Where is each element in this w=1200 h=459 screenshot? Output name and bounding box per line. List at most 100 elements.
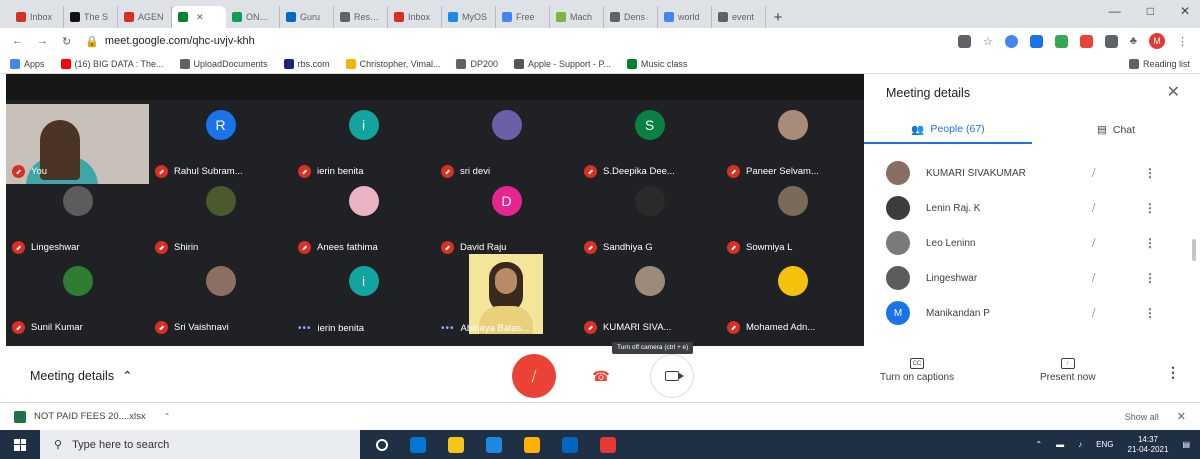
- participant-tile[interactable]: Anees fathima: [292, 180, 435, 260]
- people-list-item[interactable]: KUMARI SIVAKUMAR ⧸ ⋮: [864, 156, 1200, 190]
- more-options-icon[interactable]: ⋮: [1144, 236, 1156, 250]
- participant-tile[interactable]: i ••• ierin benita: [292, 260, 435, 340]
- extension-icon[interactable]: [1079, 34, 1093, 48]
- participant-tile[interactable]: KUMARI SIVA...: [578, 260, 721, 340]
- browser-tab[interactable]: Inbox: [388, 6, 442, 28]
- participant-tile[interactable]: Sri Vaishnavi: [149, 260, 292, 340]
- participant-tile[interactable]: Sunil Kumar: [6, 260, 149, 340]
- people-list-item[interactable]: Lenin Raj. K ⧸ ⋮: [864, 191, 1200, 225]
- browser-tab[interactable]: Resum: [334, 6, 388, 28]
- people-list-item[interactable]: M Manikandan P ⧸ ⋮: [864, 296, 1200, 330]
- browser-tab[interactable]: AGEN: [118, 6, 172, 28]
- mic-muted-icon[interactable]: ⧸: [1092, 168, 1095, 179]
- participant-tile[interactable]: Sandhiya G: [578, 180, 721, 260]
- language-indicator[interactable]: ENG: [1096, 440, 1113, 449]
- bookmark-item[interactable]: UploadDocuments: [179, 58, 268, 69]
- reload-icon[interactable]: ↻: [62, 35, 71, 48]
- bookmark-star-icon[interactable]: ☆: [983, 35, 993, 48]
- more-options-icon[interactable]: ⋮: [1144, 166, 1156, 180]
- menu-kebab-icon[interactable]: ⋮: [1177, 35, 1188, 48]
- leave-call-button[interactable]: ☎: [586, 366, 616, 386]
- mic-muted-icon[interactable]: ⧸: [1092, 308, 1095, 319]
- new-tab-button[interactable]: +: [766, 6, 790, 28]
- participant-tile[interactable]: sri devi: [435, 104, 578, 184]
- browser-tab[interactable]: Inbox: [10, 6, 64, 28]
- browser-tab[interactable]: Free: [496, 6, 550, 28]
- participant-tile[interactable]: ••• Abinaya Balas...: [435, 254, 578, 340]
- participant-tile[interactable]: You: [6, 104, 149, 184]
- url-field[interactable]: 🔒 meet.google.com/qhc-uvjv-khh: [85, 35, 255, 48]
- bookmark-item[interactable]: DP200: [456, 58, 498, 69]
- participant-tile[interactable]: i ierin benita: [292, 104, 435, 184]
- task-view-icon[interactable]: [376, 438, 388, 451]
- participant-tile[interactable]: Lingeshwar: [6, 180, 149, 260]
- browser-tab[interactable]: MyOS: [442, 6, 496, 28]
- taskbar-app-icon[interactable]: [562, 436, 578, 453]
- forward-icon[interactable]: →: [37, 35, 48, 47]
- profile-avatar[interactable]: M: [1149, 33, 1165, 49]
- browser-tab[interactable]: Guru: [280, 6, 334, 28]
- bookmark-item[interactable]: rbs.com: [283, 58, 330, 69]
- close-icon[interactable]: ✕: [1177, 410, 1186, 423]
- restore-button[interactable]: □: [1147, 4, 1154, 18]
- people-scrollbar[interactable]: [1192, 239, 1196, 261]
- taskbar-app-icon[interactable]: [410, 436, 426, 453]
- captions-button[interactable]: CC Turn on captions: [880, 358, 954, 383]
- clock[interactable]: 14:37 21-04-2021: [1128, 435, 1169, 455]
- participant-tile[interactable]: Shirin: [149, 180, 292, 260]
- browser-tab[interactable]: event: [712, 6, 766, 28]
- chevron-up-icon[interactable]: ⌃: [1035, 440, 1042, 449]
- extension-icon[interactable]: [1054, 34, 1068, 48]
- tab-people[interactable]: 👥 People (67): [864, 116, 1032, 144]
- extension-icon[interactable]: [1004, 34, 1018, 48]
- extension-icon[interactable]: [1029, 34, 1043, 48]
- taskbar-app-icon[interactable]: [600, 436, 616, 453]
- participant-tile[interactable]: Paneer Selvam...: [721, 104, 864, 184]
- close-window-button[interactable]: ✕: [1180, 4, 1190, 18]
- camera-indicator-icon[interactable]: [957, 34, 971, 48]
- browser-tab[interactable]: ✕: [172, 6, 226, 28]
- participant-tile[interactable]: Sowmiya L: [721, 180, 864, 260]
- puzzle-icon[interactable]: ♣: [1130, 35, 1137, 47]
- taskbar-search[interactable]: ⚲ Type here to search: [40, 430, 360, 459]
- more-options-icon[interactable]: ⋮: [1166, 364, 1180, 381]
- taskbar-app-icon[interactable]: [448, 436, 464, 453]
- minimize-button[interactable]: —: [1109, 4, 1121, 18]
- mic-toggle-button[interactable]: ⧸: [512, 354, 556, 398]
- present-now-button[interactable]: ↑ Present now: [1040, 358, 1096, 383]
- meeting-details-button[interactable]: Meeting details ⌃: [30, 368, 133, 384]
- reading-list-button[interactable]: Reading list: [1128, 58, 1190, 69]
- bookmark-item[interactable]: Christopher, Vimal...: [345, 58, 440, 69]
- participant-tile[interactable]: R Rahul Subram...: [149, 104, 292, 184]
- start-button[interactable]: [0, 430, 40, 459]
- browser-tab[interactable]: world: [658, 6, 712, 28]
- participant-tile[interactable]: D David Raju: [435, 180, 578, 260]
- more-options-icon[interactable]: ⋮: [1144, 201, 1156, 215]
- camera-toggle-button[interactable]: [650, 354, 694, 398]
- mic-muted-icon[interactable]: ⧸: [1092, 273, 1095, 284]
- participant-tile[interactable]: Mohamed Adn...: [721, 260, 864, 340]
- notifications-icon[interactable]: ▤: [1182, 440, 1190, 449]
- download-item[interactable]: NOT PAID FEES 20....xlsx ⌃: [14, 410, 170, 423]
- extension-icon[interactable]: [1104, 34, 1118, 48]
- more-options-icon[interactable]: ⋮: [1144, 271, 1156, 285]
- browser-tab[interactable]: The S: [64, 6, 118, 28]
- tab-chat[interactable]: ▤ Chat: [1032, 116, 1200, 144]
- bookmark-item[interactable]: (16) BIG DATA : The...: [60, 58, 164, 69]
- show-all-button[interactable]: Show all: [1125, 412, 1159, 422]
- volume-icon[interactable]: ♪: [1078, 440, 1082, 449]
- browser-tab[interactable]: ONLIN: [226, 6, 280, 28]
- more-options-icon[interactable]: ⋮: [1144, 306, 1156, 320]
- people-list-item[interactable]: Lingeshwar ⧸ ⋮: [864, 261, 1200, 295]
- mic-muted-icon[interactable]: ⧸: [1092, 203, 1095, 214]
- taskbar-app-icon[interactable]: [486, 436, 502, 453]
- close-icon[interactable]: ✕: [1167, 82, 1180, 102]
- bookmark-item[interactable]: Music class: [626, 58, 687, 69]
- mic-muted-icon[interactable]: ⧸: [1092, 238, 1095, 249]
- bookmark-item[interactable]: Apple - Support - P...: [514, 58, 611, 69]
- back-icon[interactable]: ←: [12, 35, 23, 47]
- network-icon[interactable]: ▬: [1056, 440, 1064, 449]
- taskbar-app-icon[interactable]: [524, 436, 540, 453]
- participant-tile[interactable]: S S.Deepika Dee...: [578, 104, 721, 184]
- bookmark-item[interactable]: Apps: [10, 58, 45, 69]
